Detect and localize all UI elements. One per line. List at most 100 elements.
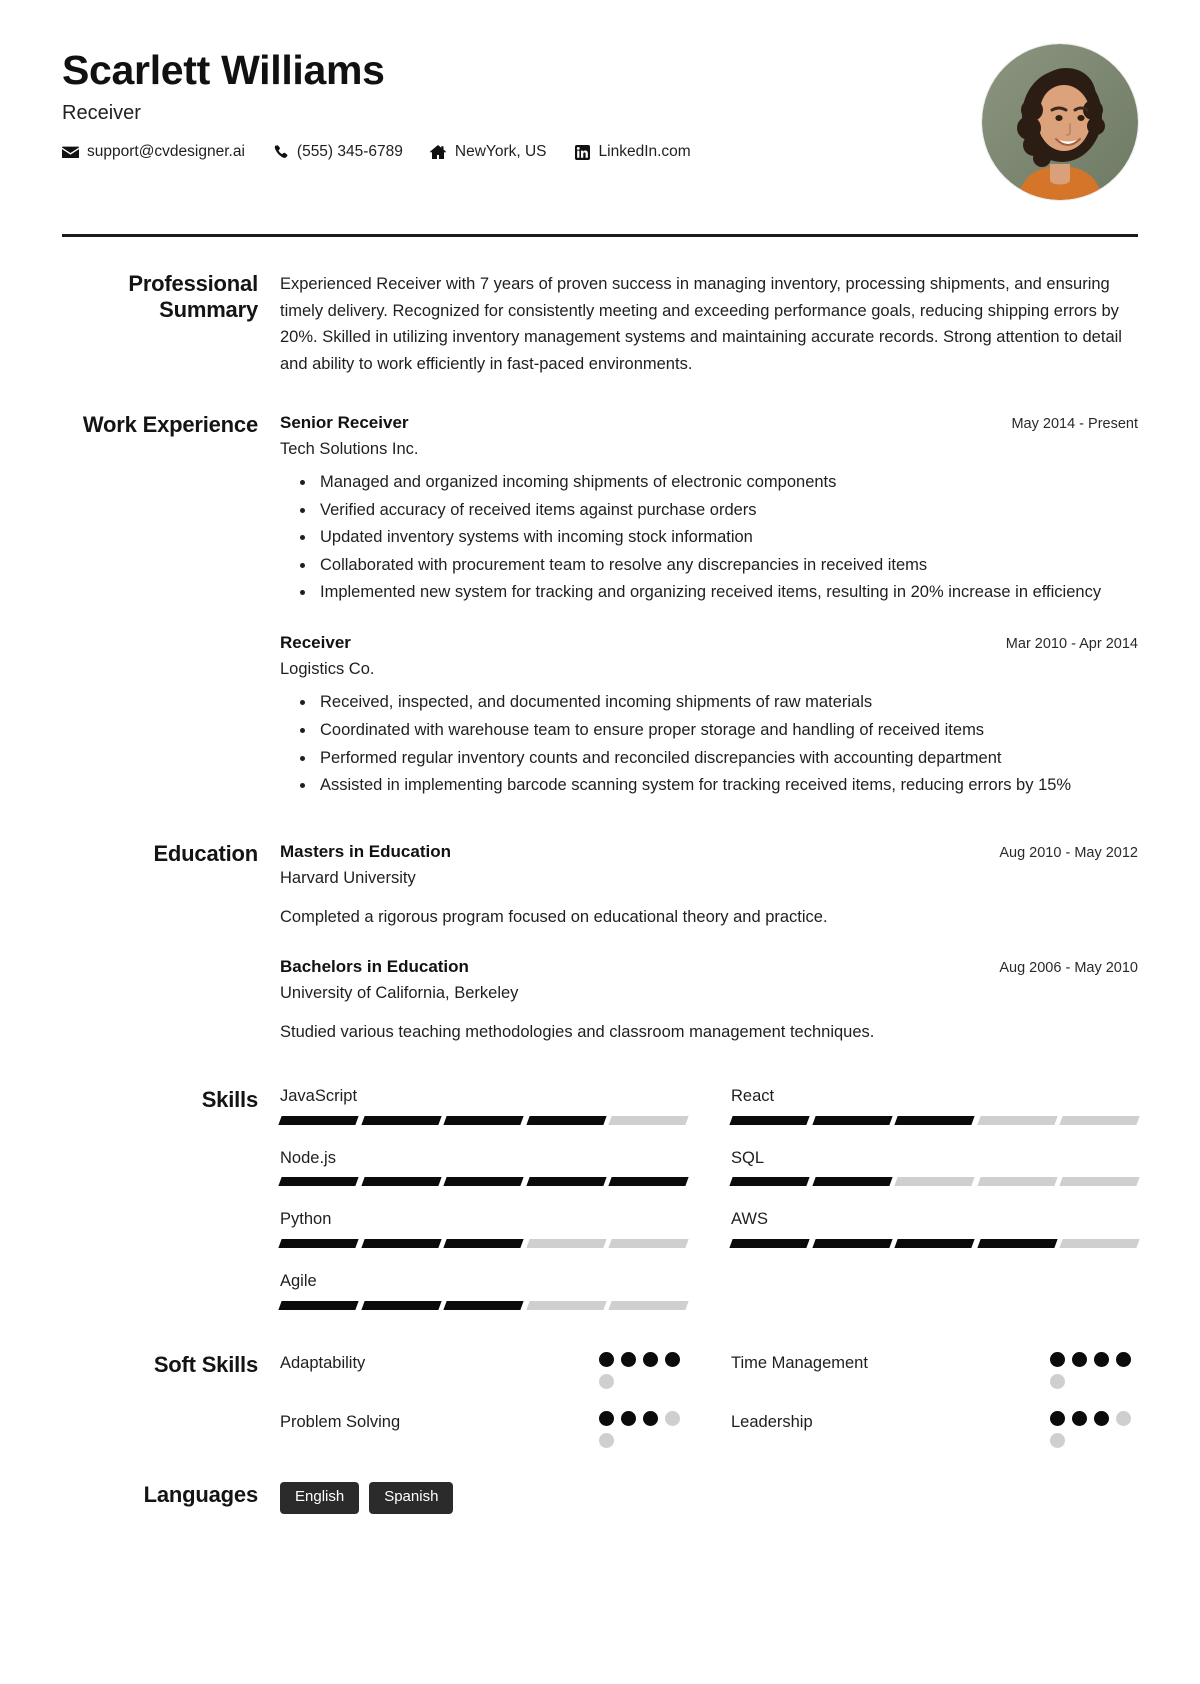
rating-dot	[599, 1352, 614, 1368]
rating-dot	[643, 1352, 658, 1368]
home-icon	[430, 144, 447, 160]
rating-dot	[1094, 1411, 1109, 1427]
skill-level-segment	[526, 1177, 607, 1187]
section-skills: Skills JavaScript React Node.js SQL Python AW…	[52, 1087, 1148, 1334]
skill-level-segment	[811, 1115, 892, 1125]
work-entry: Senior Receiver May 2014 - Present Tech …	[280, 412, 1138, 606]
job-title: Receiver	[62, 102, 141, 125]
soft-skill-rating	[1050, 1411, 1138, 1449]
rating-dot	[621, 1352, 636, 1368]
phone-icon	[272, 144, 289, 160]
skill-level-segment	[729, 1239, 810, 1249]
skill-level-segment	[811, 1177, 892, 1187]
skill-level-segment	[1059, 1177, 1140, 1187]
work-body: Senior Receiver May 2014 - Present Tech …	[280, 412, 1138, 801]
skill-item: AWS	[729, 1210, 1140, 1249]
list-item: Received, inspected, and documented inco…	[316, 690, 1138, 716]
skill-level-segment	[977, 1115, 1058, 1125]
soft-skill-name: Time Management	[731, 1354, 868, 1373]
skill-level-bar	[729, 1115, 1140, 1125]
skill-level-segment	[526, 1115, 607, 1125]
list-item: Collaborated with procurement team to re…	[316, 553, 1138, 579]
skill-name: JavaScript	[280, 1086, 358, 1105]
section-label-education: Education	[153, 840, 258, 866]
list-item: Implemented new system for tracking and …	[316, 580, 1138, 606]
contact-email[interactable]: support@cvdesigner.ai	[62, 144, 245, 160]
work-entry-bullets: Received, inspected, and documented inco…	[280, 690, 1138, 798]
section-label-soft-skills: Soft Skills	[153, 1352, 258, 1378]
skill-item: SQL	[729, 1149, 1140, 1187]
contact-phone[interactable]: (555) 345-6789	[272, 144, 403, 160]
skill-level-segment	[443, 1115, 524, 1125]
skill-level-segment	[278, 1301, 359, 1311]
rating-dot	[1072, 1352, 1087, 1368]
skill-level-segment	[360, 1239, 441, 1249]
skill-level-bar	[278, 1115, 689, 1125]
soft-skill-item: Time Management	[731, 1352, 1138, 1390]
list-item: Verified accuracy of received items agai…	[316, 498, 1138, 524]
rating-dot	[599, 1411, 614, 1427]
summary-text: Experienced Receiver with 7 years of pro…	[280, 275, 1122, 374]
soft-skill-rating	[1050, 1352, 1138, 1390]
skill-level-segment	[729, 1115, 810, 1125]
skill-level-bar	[278, 1239, 689, 1249]
linkedin-icon	[574, 144, 591, 160]
contact-location[interactable]: NewYork, US	[430, 144, 547, 160]
skill-name: Python	[280, 1210, 332, 1229]
contact-linkedin[interactable]: LinkedIn.com	[574, 144, 691, 160]
section-label-skills: Skills	[201, 1086, 258, 1112]
education-body: Masters in Education Aug 2010 - May 2012…	[280, 841, 1138, 1045]
contact-phone-text: (555) 345-6789	[296, 143, 403, 161]
section-label-work: Work Experience	[82, 411, 258, 437]
education-entry-organization: University of California, Berkeley	[280, 983, 519, 1002]
skill-item: Agile	[278, 1272, 689, 1311]
soft-skill-name: Adaptability	[280, 1354, 366, 1373]
skill-item: Python	[278, 1210, 689, 1249]
rating-dot	[1116, 1352, 1131, 1368]
education-entry-date: Aug 2006 - May 2010	[999, 959, 1138, 976]
work-entry-date: May 2014 - Present	[1011, 415, 1138, 432]
rating-dot	[643, 1411, 658, 1427]
rating-dot	[621, 1411, 636, 1427]
education-entry-description: Studied various teaching methodologies a…	[280, 1023, 875, 1042]
skill-item: React	[729, 1087, 1140, 1125]
soft-skill-item: Adaptability	[280, 1352, 687, 1390]
skill-level-segment	[894, 1239, 975, 1249]
skill-level-bar	[729, 1177, 1140, 1187]
skill-level-segment	[894, 1115, 975, 1125]
skill-level-segment	[608, 1115, 689, 1125]
work-entry-date: Mar 2010 - Apr 2014	[1005, 636, 1138, 653]
skill-level-segment	[729, 1177, 810, 1187]
email-icon	[62, 145, 79, 160]
work-entry-organization: Tech Solutions Inc.	[280, 439, 419, 458]
section-soft-skills: Soft Skills Adaptability Time Management P…	[52, 1352, 1148, 1449]
education-entry-date: Aug 2010 - May 2012	[999, 844, 1138, 861]
skill-level-segment	[278, 1115, 359, 1125]
work-entry-title: Receiver	[280, 633, 351, 653]
work-entry-organization: Logistics Co.	[280, 660, 375, 679]
rating-dot	[599, 1374, 614, 1390]
rating-dot	[1050, 1374, 1065, 1390]
skill-level-segment	[811, 1239, 892, 1249]
skill-level-segment	[278, 1239, 359, 1249]
work-entry-bullets: Managed and organized incoming shipments…	[280, 470, 1138, 606]
skill-level-segment	[608, 1301, 689, 1311]
skill-level-bar	[278, 1177, 689, 1187]
contact-linkedin-text: LinkedIn.com	[598, 143, 691, 161]
list-item: Assisted in implementing barcode scannin…	[316, 773, 1138, 799]
education-entry-head: Bachelors in Education Aug 2006 - May 20…	[280, 956, 1138, 978]
rating-dot	[599, 1433, 614, 1449]
skill-level-segment	[977, 1177, 1058, 1187]
skill-name: AWS	[731, 1210, 768, 1229]
contact-email-text: support@cvdesigner.ai	[87, 143, 245, 161]
skill-level-segment	[977, 1239, 1058, 1249]
rating-dot	[1050, 1352, 1065, 1368]
skill-level-bar	[278, 1301, 689, 1311]
education-entry-head: Masters in Education Aug 2010 - May 2012	[280, 841, 1138, 863]
rating-dot	[1116, 1411, 1131, 1427]
education-entry: Bachelors in Education Aug 2006 - May 20…	[280, 956, 1138, 1045]
skill-item: JavaScript	[278, 1086, 689, 1125]
skill-level-segment	[894, 1177, 975, 1187]
skill-level-segment	[443, 1301, 524, 1311]
rating-dot	[1050, 1411, 1065, 1427]
